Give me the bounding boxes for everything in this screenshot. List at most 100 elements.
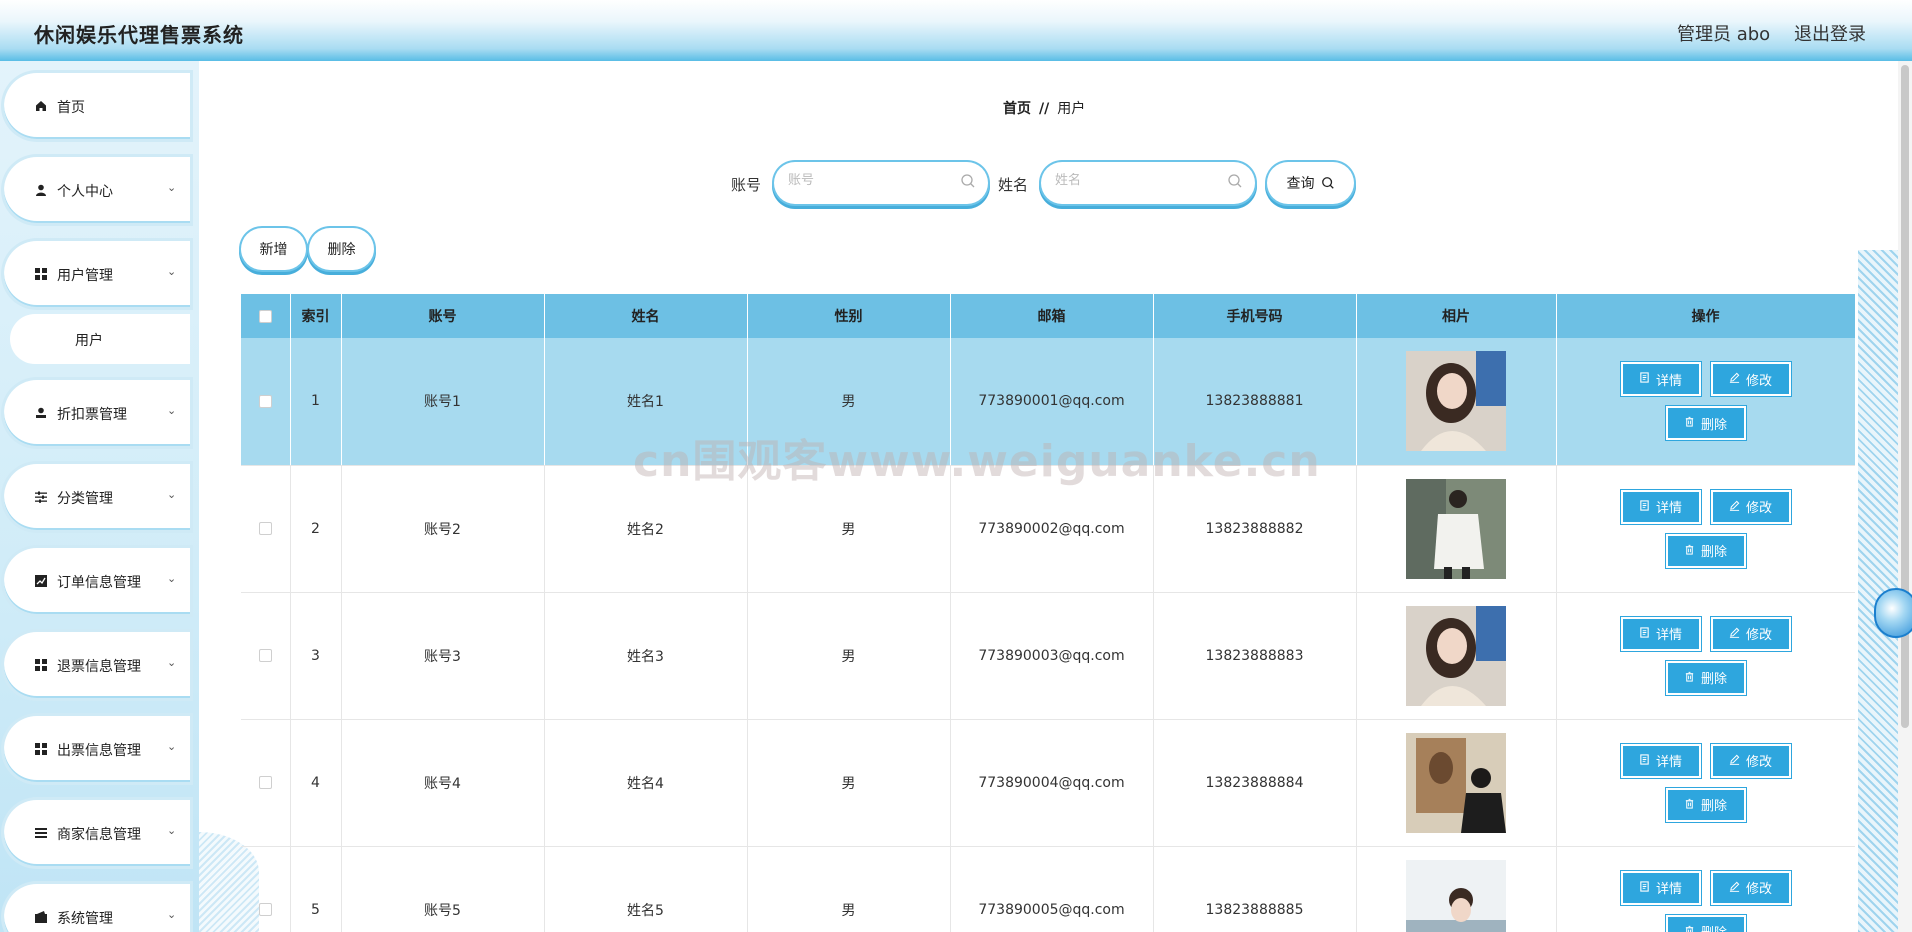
chevron-down-icon: ⌄ [167, 740, 177, 753]
select-all-checkbox[interactable] [258, 309, 272, 323]
pencil-icon [1729, 627, 1740, 641]
email-cell: 773890005@qq.com [950, 846, 1154, 932]
row-checkbox[interactable] [258, 394, 272, 408]
breadcrumb-separator: // [1039, 101, 1050, 117]
select-cell[interactable] [241, 592, 291, 720]
delete-button-label: 删除 [327, 242, 356, 258]
logout-link[interactable]: 退出登录 [1794, 20, 1866, 46]
detail-button-label: 详情 [1655, 501, 1682, 516]
sidebar-item-refund[interactable]: 退票信息管理 ⌄ [4, 632, 190, 698]
phone-cell: 13823888884 [1153, 719, 1357, 847]
actions-cell: 详情 修改删除 [1556, 846, 1855, 932]
table-row[interactable]: 2 账号2 姓名2 男 773890002@qq.com 13823888882 详情 修改删… [241, 465, 1855, 593]
gender-cell: 男 [747, 465, 951, 593]
user-photo[interactable] [1406, 478, 1506, 579]
delete-button-label: 删除 [1700, 672, 1727, 687]
account-cell: 账号1 [341, 338, 545, 466]
sidebar-item-merchant[interactable]: 商家信息管理 ⌄ [4, 800, 190, 866]
grid-icon [34, 742, 48, 756]
grid-icon [34, 267, 48, 281]
sidebar-item-label: 系统管理 [57, 911, 113, 927]
query-button[interactable]: 查询 [1267, 162, 1354, 204]
delete-button[interactable]: 删除 [309, 228, 374, 270]
edit-button[interactable]: 修改 [1710, 870, 1791, 905]
detail-button[interactable]: 详情 [1620, 743, 1701, 778]
page-scrollbar[interactable] [1898, 61, 1912, 932]
sidebar-item-category[interactable]: 分类管理 ⌄ [4, 464, 190, 530]
photo-cell [1356, 592, 1557, 720]
row-delete-button[interactable]: 删除 [1665, 787, 1746, 822]
edit-button[interactable]: 修改 [1710, 616, 1791, 651]
row-checkbox[interactable] [258, 522, 272, 535]
index-cell: 4 [290, 719, 342, 847]
sidebar-item-discount-ticket[interactable]: 折扣票管理 ⌄ [4, 380, 190, 446]
top-header: 休闲娱乐代理售票系统 管理员 abo 退出登录 [0, 0, 1912, 61]
row-checkbox[interactable] [258, 649, 272, 662]
edit-button[interactable]: 修改 [1710, 489, 1791, 524]
row-delete-button[interactable]: 删除 [1665, 533, 1746, 568]
row-delete-button[interactable]: 删除 [1665, 406, 1746, 441]
breadcrumb-home[interactable]: 首页 [1003, 101, 1031, 117]
chevron-down-icon: ⌄ [167, 656, 177, 669]
user-photo[interactable] [1406, 605, 1506, 706]
email-cell: 773890001@qq.com [950, 338, 1154, 466]
select-cell[interactable] [241, 846, 291, 932]
name-cell: 姓名1 [544, 338, 748, 466]
edit-button-label: 修改 [1745, 755, 1772, 770]
sidebar-item-system[interactable]: 系统管理 ⌄ [4, 884, 190, 932]
detail-button-label: 详情 [1655, 755, 1682, 770]
select-cell[interactable] [241, 719, 291, 847]
sidebar-item-home[interactable]: 首页 [4, 73, 190, 139]
sidebar: 首页 个人中心 ⌄ 用户管理 ⌄ 用户 折扣票管理 ⌄ 分类管理 ⌄ 订单信息管… [0, 61, 199, 932]
user-photo[interactable] [1406, 351, 1506, 452]
sidebar-item-label: 商家信息管理 [57, 827, 141, 843]
row-checkbox[interactable] [258, 903, 272, 916]
photo-cell [1356, 465, 1557, 593]
select-all-cell[interactable] [241, 294, 291, 338]
sidebar-subitem-user[interactable]: 用户 [10, 314, 190, 364]
delete-button-label: 删除 [1701, 922, 1727, 932]
name-cell: 姓名4 [544, 719, 748, 847]
phone-cell: 13823888883 [1153, 592, 1357, 720]
account-cell: 账号4 [341, 719, 545, 847]
column-header: 性别 [747, 294, 951, 338]
floating-assistant-button[interactable] [1874, 588, 1912, 638]
user-photo[interactable] [1406, 732, 1506, 833]
table-row[interactable]: 5账号5姓名5男773890005@qq.com13823888885 详情 修改删… [241, 846, 1855, 932]
column-header: 邮箱 [950, 294, 1154, 338]
edit-button[interactable]: 修改 [1710, 362, 1791, 397]
row-delete-button[interactable]: 删除 [1665, 914, 1746, 932]
table-row[interactable]: 4 账号4 姓名4 男 773890004@qq.com 13823888884 详情 修改删… [241, 719, 1855, 847]
column-header: 账号 [341, 294, 545, 338]
detail-button[interactable]: 详情 [1620, 489, 1701, 524]
table-header-row: 索引 账号 姓名 性别 邮箱 手机号码 相片 操作 [241, 294, 1855, 338]
trash-icon [1684, 798, 1695, 812]
detail-button[interactable]: 详情 [1620, 362, 1701, 397]
add-button[interactable]: 新增 [241, 228, 306, 270]
select-cell[interactable] [241, 465, 291, 593]
table-row[interactable]: 1 账号1 姓名1 男 773890001@qq.com 13823888881 详情 修改删… [241, 338, 1855, 466]
delete-button-label: 删除 [1700, 545, 1727, 560]
detail-button[interactable]: 详情 [1620, 870, 1701, 905]
sidebar-item-user-management[interactable]: 用户管理 ⌄ [4, 241, 190, 307]
name-label: 姓名 [998, 176, 1029, 194]
account-input[interactable] [788, 173, 948, 188]
sidebar-item-order[interactable]: 订单信息管理 ⌄ [4, 548, 190, 614]
edit-button[interactable]: 修改 [1710, 743, 1791, 778]
table-row[interactable]: 3 账号3 姓名3 男 773890003@qq.com 13823888883 详情 修改删… [241, 592, 1855, 720]
sidebar-item-personal-center[interactable]: 个人中心 ⌄ [4, 157, 190, 223]
chevron-down-icon: ⌄ [167, 908, 177, 921]
photo-cell [1356, 338, 1557, 466]
select-cell[interactable] [241, 338, 291, 466]
user-photo[interactable] [1406, 859, 1506, 932]
row-delete-button[interactable]: 删除 [1665, 660, 1746, 695]
actions-cell: 详情 修改删除 [1556, 465, 1855, 593]
email-cell: 773890002@qq.com [950, 465, 1154, 593]
row-checkbox[interactable] [258, 776, 272, 789]
detail-button[interactable]: 详情 [1620, 616, 1701, 651]
email-cell: 773890003@qq.com [950, 592, 1154, 720]
name-input[interactable] [1055, 173, 1215, 188]
search-icon [1321, 176, 1335, 190]
sidebar-item-ticketing[interactable]: 出票信息管理 ⌄ [4, 716, 190, 782]
detail-button-label: 详情 [1655, 882, 1682, 897]
